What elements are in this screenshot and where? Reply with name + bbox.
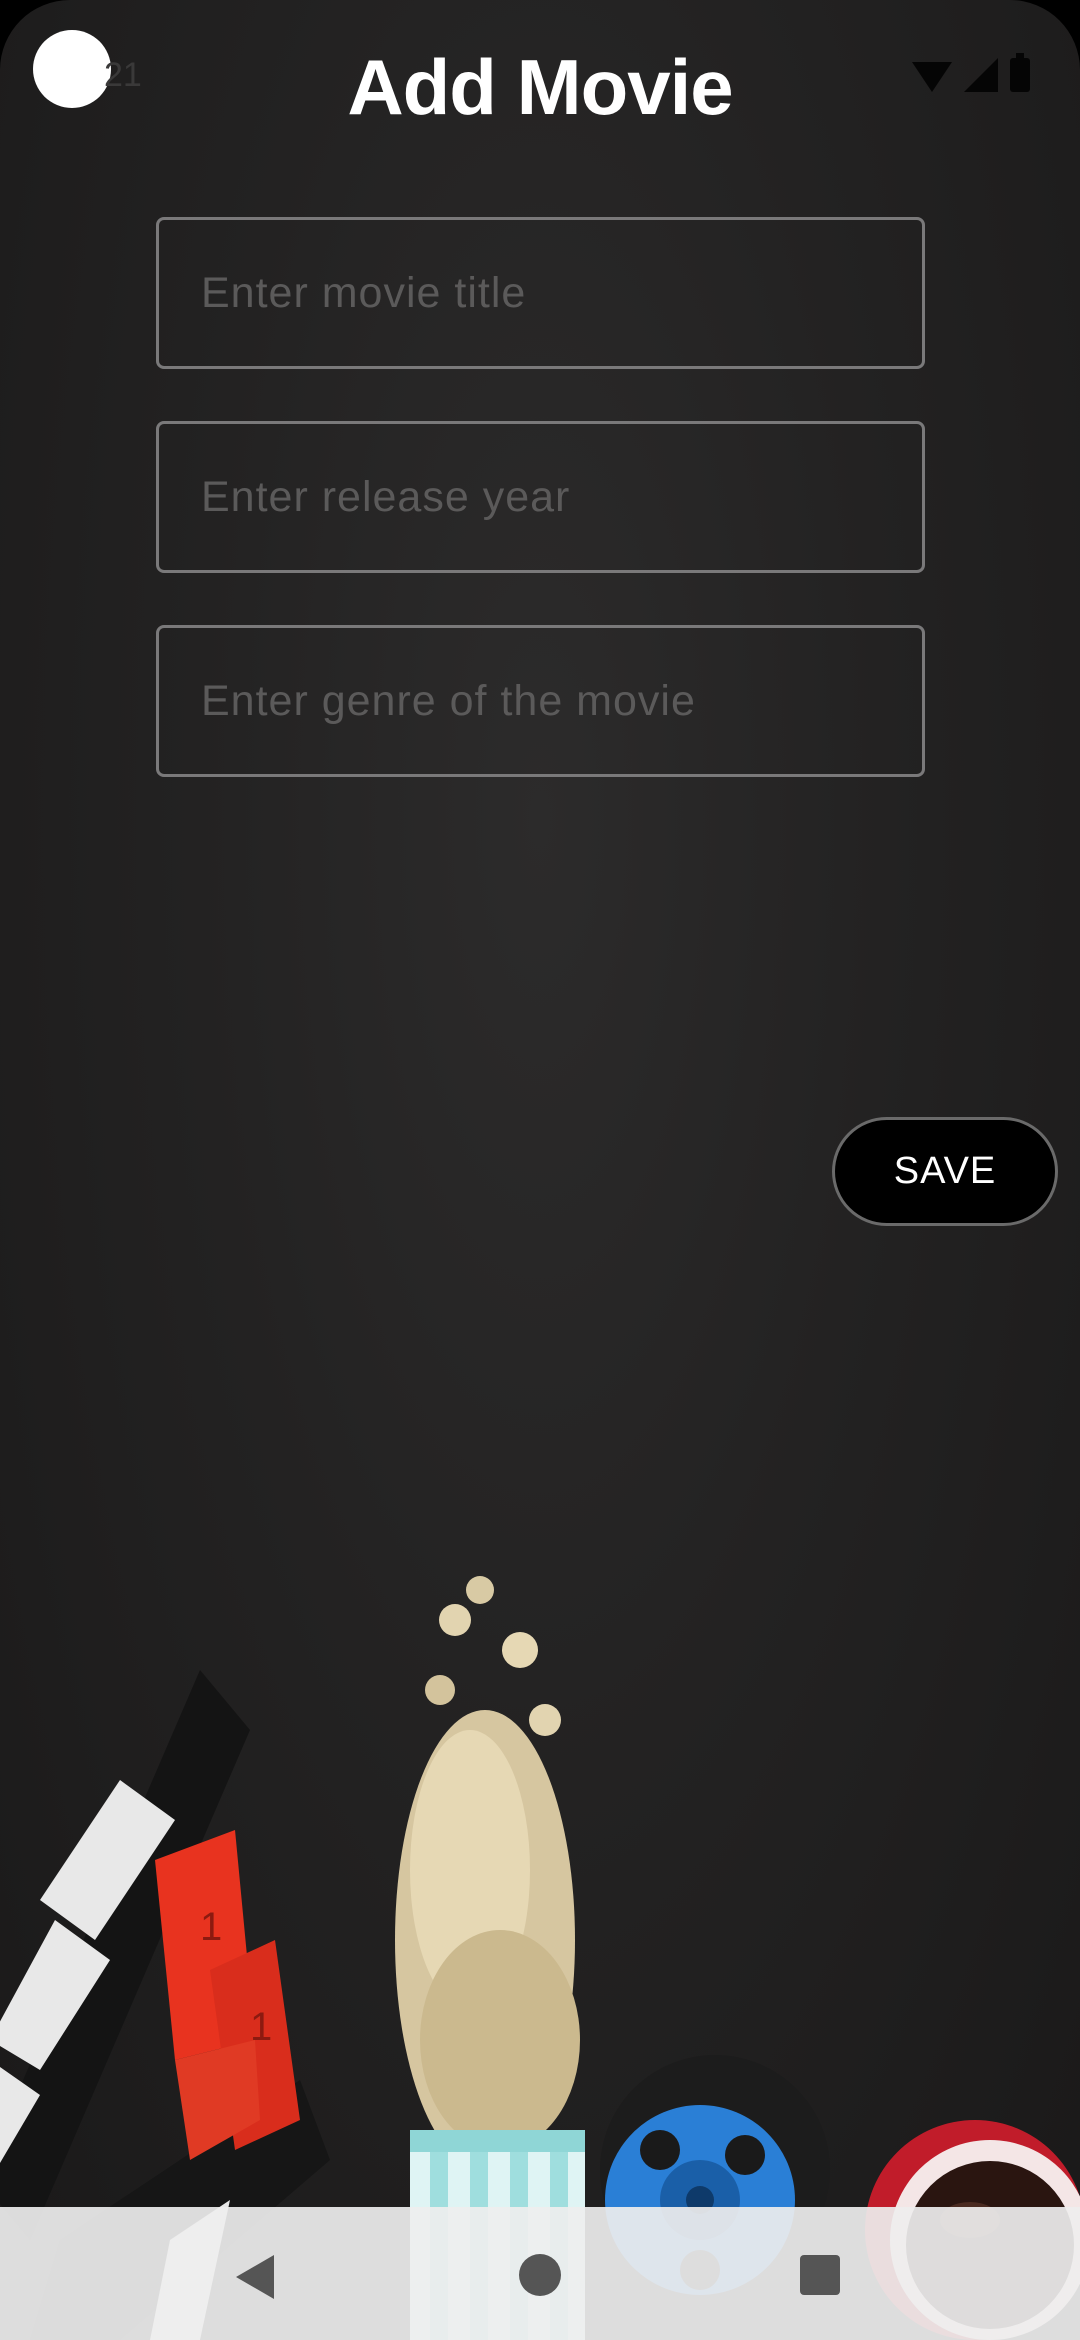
home-icon[interactable] [519, 2254, 561, 2296]
navigation-bar [0, 2207, 1080, 2340]
svg-text:1: 1 [250, 2005, 272, 2049]
save-button[interactable]: SAVE [832, 1117, 1058, 1226]
genre-input[interactable] [159, 628, 922, 774]
add-movie-screen: 21 Add Movie SAVE 1 [0, 0, 1080, 2340]
svg-text:1: 1 [200, 1905, 222, 1949]
recents-icon[interactable] [800, 2255, 840, 2295]
release-year-input[interactable] [159, 424, 922, 570]
release-year-field[interactable] [156, 421, 925, 573]
page-title: Add Movie [347, 43, 733, 131]
movie-tickets-image: 1 1 [155, 1830, 300, 2160]
back-icon[interactable] [236, 2255, 274, 2299]
movie-title-field[interactable] [156, 217, 925, 369]
movie-title-input[interactable] [159, 220, 922, 366]
genre-field[interactable] [156, 625, 925, 777]
